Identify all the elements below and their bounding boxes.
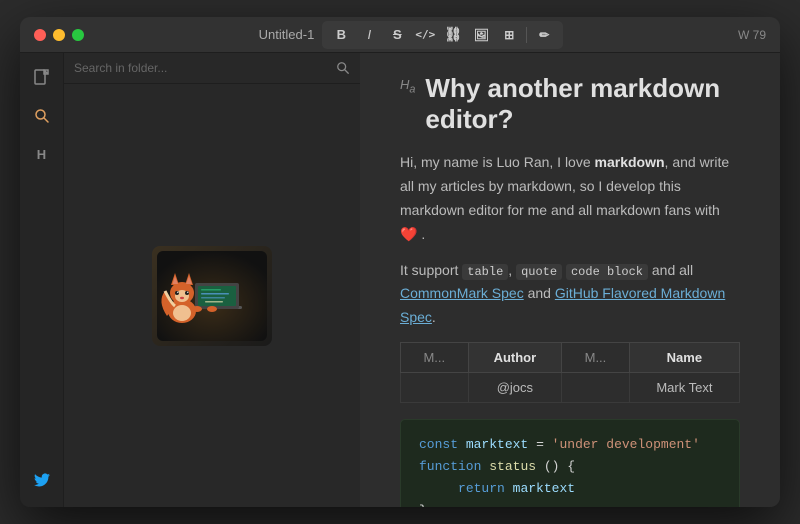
title-bar: Untitled-1 B I S </> ⛓ 🖼 ⊞ ✏ W 79 [20,17,780,53]
markdown-table: M... Author M... Name @jocs Mark Text [400,342,740,403]
intro-text-2f: . [432,309,436,325]
word-count: W 79 [738,28,766,42]
sidebar-search-icon[interactable] [27,101,57,131]
toolbar-separator [526,27,527,43]
table-header-extra-a: M... [401,342,469,372]
inline-code-table: table [462,264,508,280]
intro-text-1a: Hi, my name is Luo Ran, I love [400,154,595,170]
main-area: H [20,53,780,507]
code-variable-2: marktext [513,481,575,496]
window-controls [34,29,84,41]
code-keyword-1: const [419,437,458,452]
code-button[interactable]: </> [412,24,438,46]
code-string-1: 'under development' [552,437,700,452]
window-title: Untitled-1 [259,27,315,42]
heading-level-label: Ha [400,77,415,96]
inline-code-block: code block [566,264,648,280]
formatting-toolbar: B I S </> ⛓ 🖼 ⊞ ✏ [322,21,563,49]
sidebar-panel [64,53,360,507]
code-paren-1: () { [544,459,575,474]
title-bar-center: Untitled-1 B I S </> ⛓ 🖼 ⊞ ✏ [259,21,564,49]
heart-emoji: ❤️ [400,226,417,242]
code-line-2: function status () { [419,456,721,478]
code-variable-1: marktext [466,437,528,452]
heading-row: Ha Why another markdown editor? [400,73,740,135]
code-line-4: } [419,500,721,507]
maximize-button[interactable] [72,29,84,41]
table-row: @jocs Mark Text [401,372,740,402]
intro-paragraph-2: It support table, quote code block and a… [400,259,740,330]
sidebar: H [20,53,360,507]
inline-code-quote: quote [516,264,562,280]
image-button[interactable]: 🖼 [468,24,494,46]
clear-format-button[interactable]: ✏ [531,24,557,46]
code-keyword-2: function [419,459,481,474]
search-submit-icon[interactable] [336,61,350,75]
intro-text-2b: , [508,262,516,278]
code-function-1: status [489,459,536,474]
intro-paragraph-1: Hi, my name is Luo Ran, I love markdown,… [400,151,740,246]
table-button[interactable]: ⊞ [496,24,522,46]
code-keyword-3: return [458,481,505,496]
table-header-name: Name [629,342,739,372]
intro-text-2a: It support [400,262,462,278]
code-operator-1: = [536,437,552,452]
sidebar-illustration [152,246,272,346]
table-cell-name: Mark Text [629,372,739,402]
link-button[interactable]: ⛓ [440,24,466,46]
intro-text-2e: and [524,285,555,301]
minimize-button[interactable] [53,29,65,41]
sidebar-icons: H [20,53,64,507]
code-line-1: const marktext = 'under development' [419,434,721,456]
code-line-3: return marktext [419,478,721,500]
sidebar-heading-icon[interactable]: H [27,139,57,169]
bold-button[interactable]: B [328,24,354,46]
intro-text-2d: and all [648,262,693,278]
editor-area[interactable]: Ha Why another markdown editor? Hi, my n… [360,53,780,507]
intro-bold: markdown [595,154,665,170]
code-indent-1 [419,481,450,496]
search-input[interactable] [74,61,330,75]
main-heading: Why another markdown editor? [425,73,740,135]
sidebar-file-icon[interactable] [27,63,57,93]
table-cell-extra-b1 [562,372,630,402]
twitter-icon[interactable] [27,465,57,495]
h-label: H [37,147,46,162]
intro-text-1c: . [417,226,425,242]
fox-illustration [157,251,267,341]
italic-button[interactable]: I [356,24,382,46]
search-bar [64,53,360,84]
table-header-author: Author [468,342,562,372]
commonmark-link[interactable]: CommonMark Spec [400,285,524,301]
table-header-extra-b: M... [562,342,630,372]
code-brace-close: } [419,503,427,507]
close-button[interactable] [34,29,46,41]
code-block: const marktext = 'under development' fun… [400,419,740,507]
strikethrough-button[interactable]: S [384,24,410,46]
sidebar-image-area [64,84,360,507]
app-window: Untitled-1 B I S </> ⛓ 🖼 ⊞ ✏ W 79 [20,17,780,507]
table-cell-author: @jocs [468,372,562,402]
table-cell-extra-a1 [401,372,469,402]
